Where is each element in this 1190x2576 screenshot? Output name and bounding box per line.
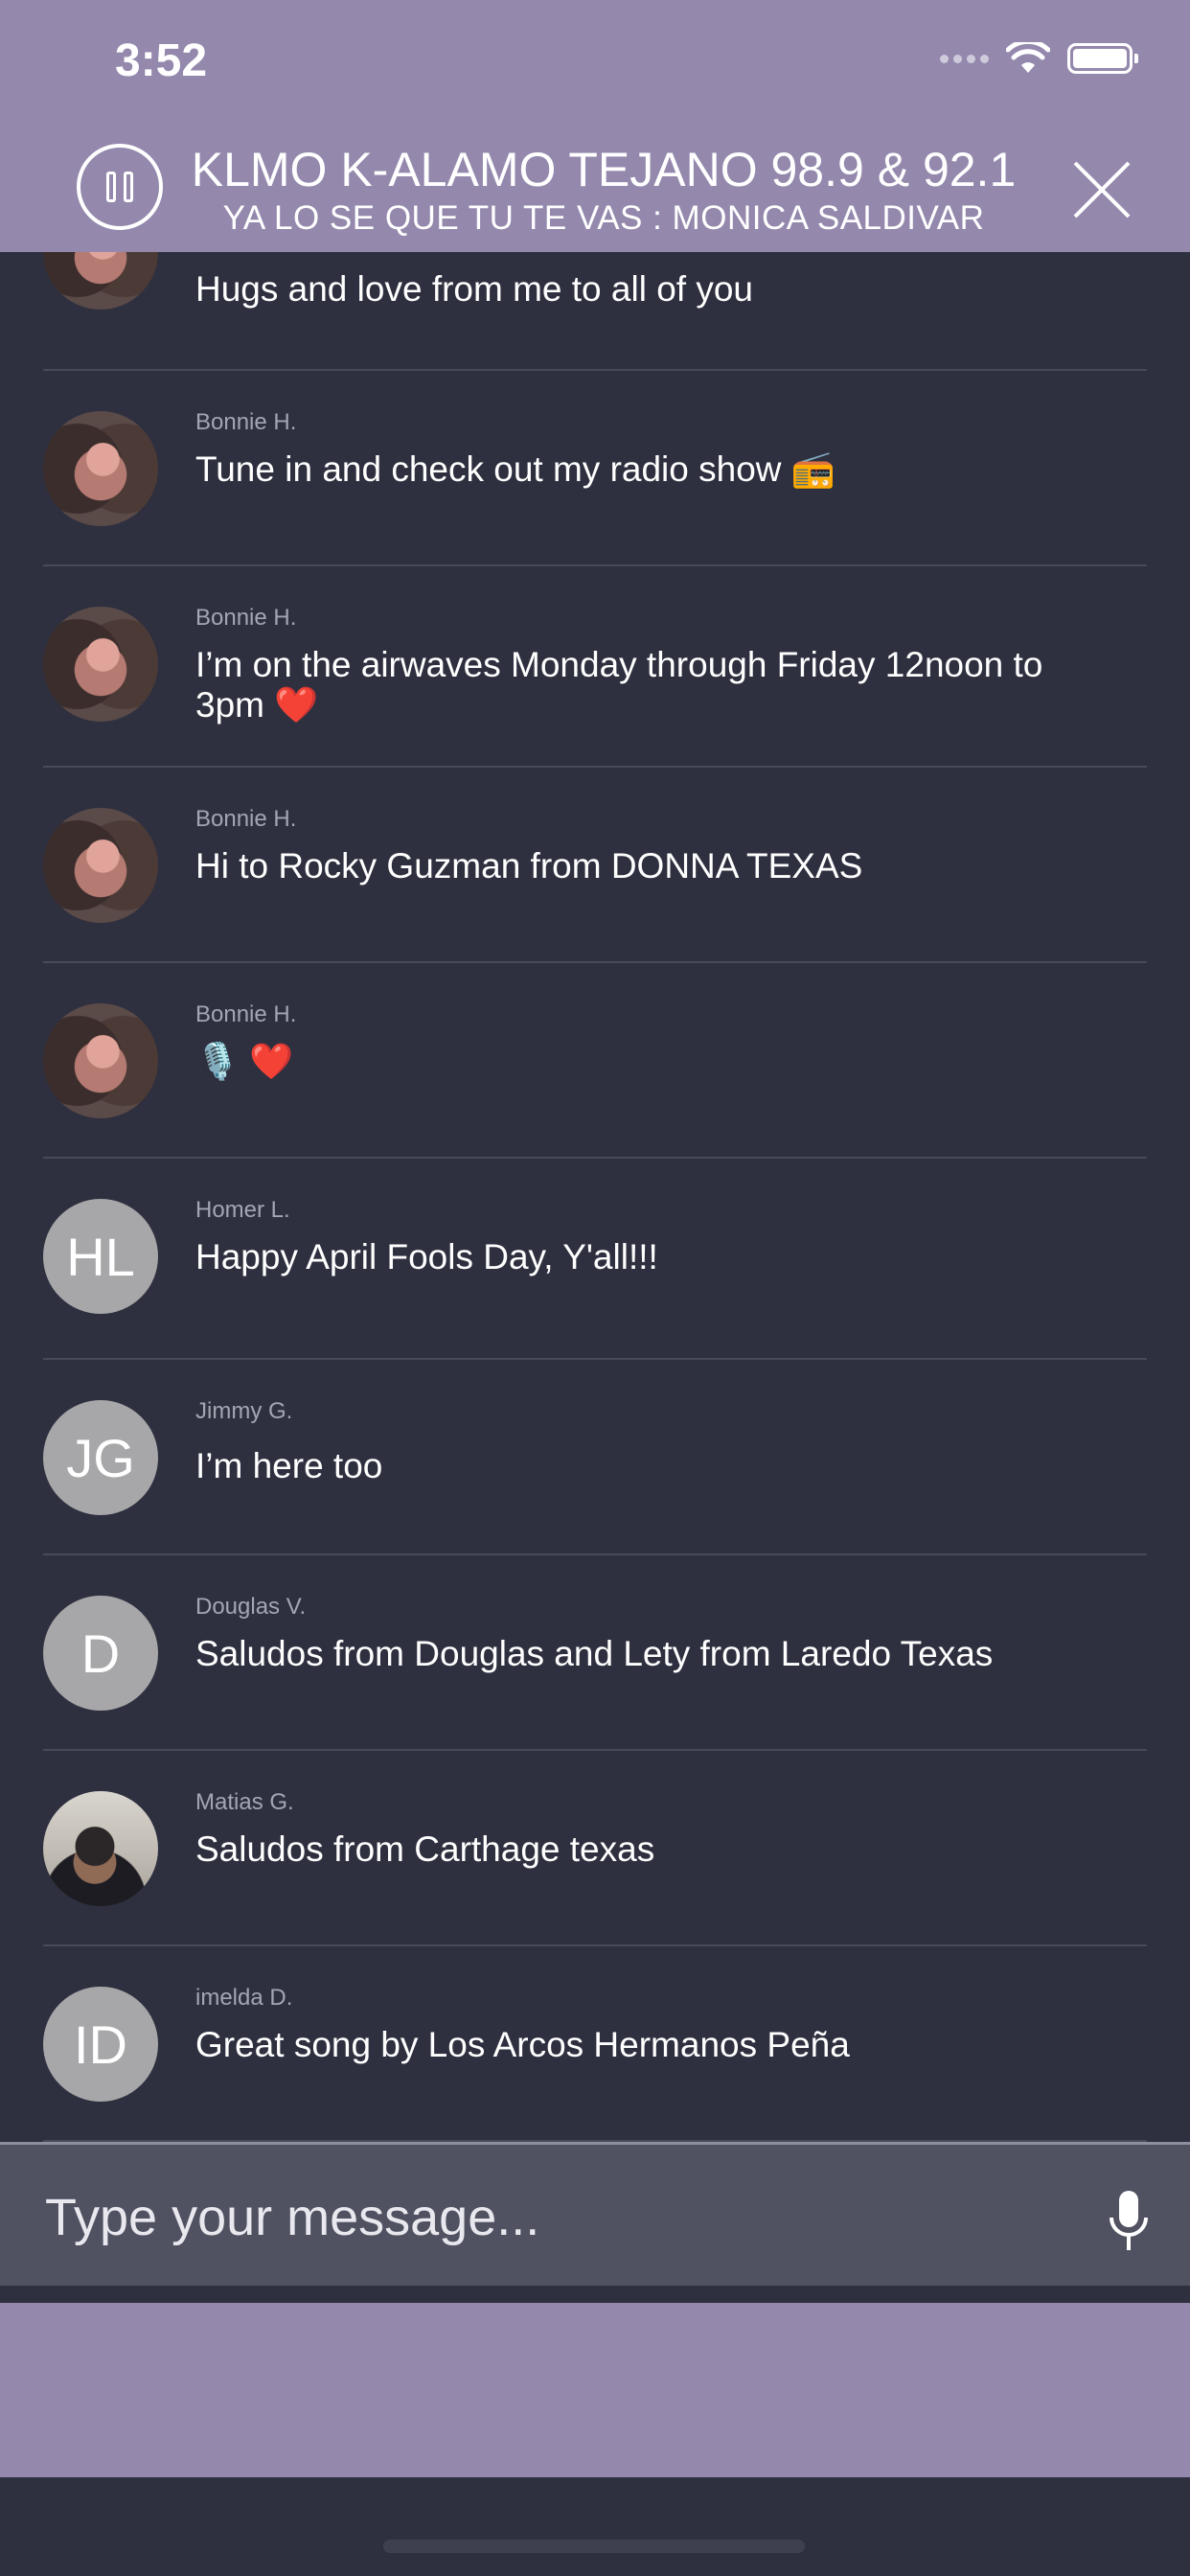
chat-message: Bonnie H. 🎙️ ❤️ [43,963,1147,1159]
message-author: imelda D. [195,1985,293,2011]
chat-list[interactable]: Hugs and love from me to all of you Bonn… [0,252,1190,2391]
player-header: 3:52 KLMO K-ALAMO TEJANO 98.9 & 92.1 YA … [0,0,1190,252]
avatar[interactable] [43,252,158,310]
message-author: Bonnie H. [195,409,297,435]
chat-message: JG Jimmy G. I’m here too [43,1360,1147,1555]
message-composer [0,2142,1190,2286]
status-time: 3:52 [115,35,208,86]
message-author: Jimmy G. [195,1398,293,1424]
message-input[interactable] [43,2174,1053,2262]
station-title: KLMO K-ALAMO TEJANO 98.9 & 92.1 [191,143,1017,196]
chat-message: Bonnie H. Tune in and check out my radio… [43,371,1147,566]
wifi-icon [1006,42,1050,73]
avatar[interactable] [43,607,158,722]
chat-message: Matias G. Saludos from Carthage texas [43,1751,1147,1946]
message-text: Hi to Rocky Guzman from DONNA TEXAS [195,846,863,886]
avatar[interactable]: HL [43,1199,158,1314]
chat-message: HL Homer L. Happy April Fools Day, Y'all… [43,1159,1147,1360]
message-author: Matias G. [195,1789,294,1815]
avatar[interactable]: ID [43,1987,158,2102]
avatar[interactable]: D [43,1596,158,1711]
avatar[interactable] [43,1791,158,1906]
message-author: Bonnie H. [195,1001,297,1027]
message-text: I’m here too [195,1446,383,1485]
message-text: Saludos from Douglas and Lety from Lared… [195,1634,994,1673]
message-text: Saludos from Carthage texas [195,1829,655,1869]
message-text: 🎙️ ❤️ [195,1042,294,1081]
message-author: Bonnie H. [195,806,297,832]
chat-message: Bonnie H. Hi to Rocky Guzman from DONNA … [43,768,1147,963]
message-text: Hugs and love from me to all of you [195,269,754,309]
battery-icon [1067,43,1138,74]
message-author: Bonnie H. [195,605,297,631]
chat-message: ID imelda D. Great song by Los Arcos Her… [43,1946,1147,2142]
status-icons [940,42,1138,75]
avatar[interactable]: JG [43,1400,158,1515]
message-text: Great song by Los Arcos Hermanos Peña [195,2025,850,2064]
home-indicator[interactable] [383,2540,805,2553]
avatar[interactable] [43,808,158,923]
message-author: Douglas V. [195,1594,307,1620]
chat-message: D Douglas V. Saludos from Douglas and Le… [43,1555,1147,1751]
chat-message: Bonnie H. I’m on the airwaves Monday thr… [43,566,1147,768]
chat-message: Hugs and love from me to all of you [43,252,1147,371]
message-text: I’m on the airwaves Monday through Frida… [195,645,1043,724]
message-text: Happy April Fools Day, Y'all!!! [195,1237,658,1276]
close-button[interactable] [1071,159,1133,220]
pause-button[interactable] [77,144,163,230]
cellular-signal-icon [940,54,989,63]
avatar[interactable] [43,1003,158,1118]
microphone-icon[interactable] [1108,2189,1150,2254]
song-title: YA LO SE QUE TU TE VAS : MONICA SALDIVAR [222,199,985,237]
message-author: Homer L. [195,1197,290,1223]
player-footer [0,2303,1190,2477]
message-text: Tune in and check out my radio show 📻 [195,449,835,489]
avatar[interactable] [43,411,158,526]
